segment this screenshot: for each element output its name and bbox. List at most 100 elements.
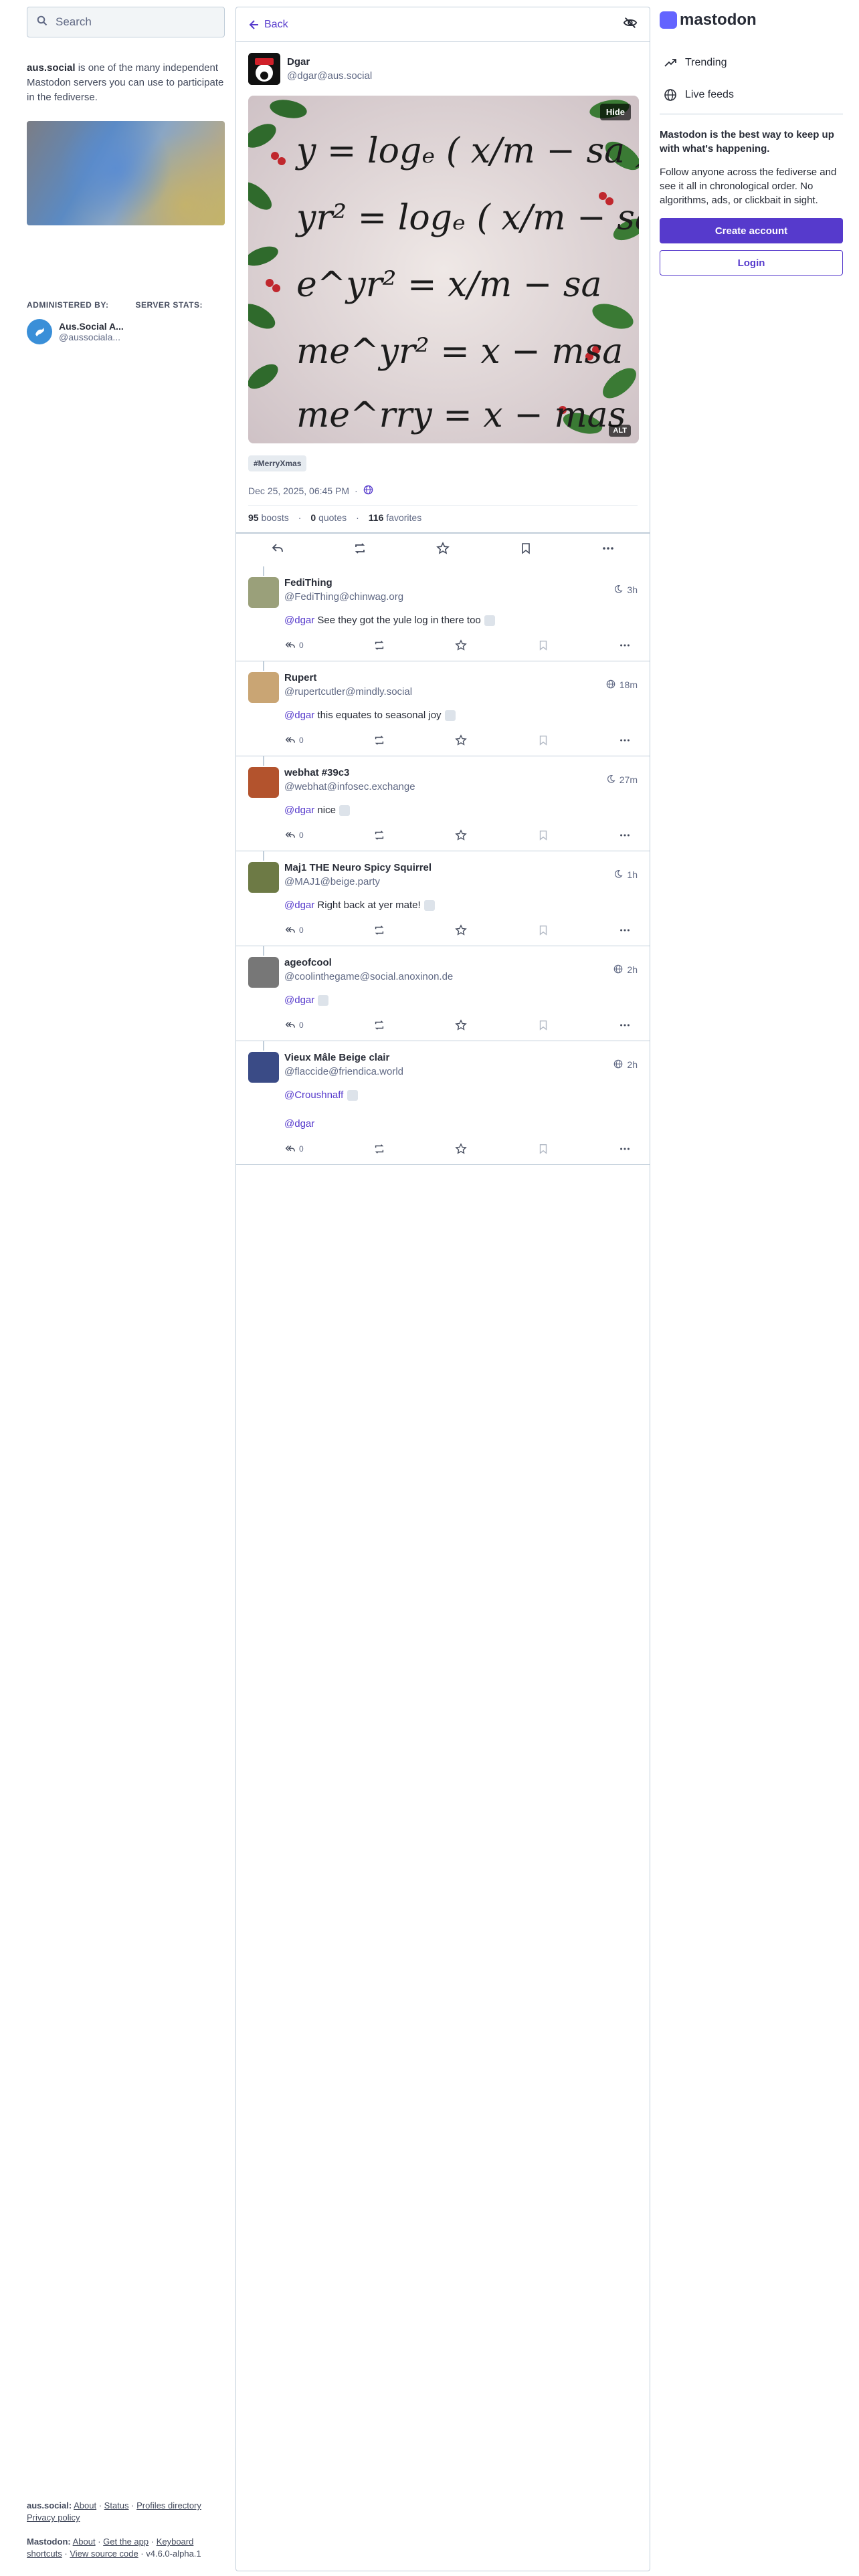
mention-link[interactable]: @Croushnaff bbox=[284, 1089, 343, 1101]
star-icon[interactable] bbox=[455, 639, 468, 651]
status-timestamp[interactable]: Dec 25, 2025, 06:45 PM bbox=[248, 486, 349, 496]
reply-status[interactable]: Vieux Mâle Beige clair @flaccide@friendic… bbox=[236, 1041, 650, 1166]
boosts-stat[interactable]: 95 boosts bbox=[248, 512, 289, 523]
bookmark-icon[interactable] bbox=[519, 542, 533, 558]
admin-account[interactable]: Aus.Social A... @aussociala... bbox=[27, 319, 225, 344]
bookmark-icon[interactable] bbox=[537, 734, 549, 746]
hide-media-button[interactable]: Hide bbox=[599, 104, 631, 120]
search-input[interactable]: Search bbox=[27, 7, 225, 37]
nav-trending[interactable]: Trending bbox=[660, 47, 843, 79]
more-icon[interactable] bbox=[619, 924, 631, 936]
reply-timestamp[interactable]: 1h bbox=[613, 862, 638, 887]
reply-avatar[interactable] bbox=[248, 862, 279, 893]
star-icon[interactable] bbox=[436, 542, 450, 558]
boost-icon[interactable] bbox=[373, 1019, 385, 1031]
more-icon[interactable] bbox=[619, 1143, 631, 1155]
status-author[interactable]: Dgar @dgar@aus.social bbox=[248, 53, 638, 85]
create-account-button[interactable]: Create account bbox=[660, 218, 843, 243]
alt-text-button[interactable]: ALT bbox=[609, 425, 631, 437]
boost-icon[interactable] bbox=[353, 542, 367, 558]
reply-author-name[interactable]: Rupert bbox=[284, 672, 412, 683]
mention-link[interactable]: @dgar bbox=[284, 899, 314, 911]
mention-link[interactable]: @dgar bbox=[284, 1118, 314, 1130]
reply-status[interactable]: ageofcool @coolinthegame@social.anoxinon.… bbox=[236, 946, 650, 1042]
reply-all-button[interactable]: 0 bbox=[284, 924, 304, 936]
reply-author-name[interactable]: ageofcool bbox=[284, 957, 453, 968]
favorites-stat[interactable]: 116 favorites bbox=[369, 512, 421, 523]
reply-timestamp[interactable]: 18m bbox=[606, 672, 638, 697]
footer-about-link[interactable]: About bbox=[74, 2500, 96, 2510]
login-button[interactable]: Login bbox=[660, 250, 843, 276]
mastodon-logo[interactable]: mastodon bbox=[660, 7, 843, 33]
server-name: aus.social bbox=[27, 62, 76, 74]
reply-author-name[interactable]: FediThing bbox=[284, 577, 403, 588]
reply-all-button[interactable]: 0 bbox=[284, 734, 304, 746]
boost-icon[interactable] bbox=[373, 829, 385, 841]
star-icon[interactable] bbox=[455, 1143, 468, 1155]
star-icon[interactable] bbox=[455, 1019, 468, 1031]
boost-icon[interactable] bbox=[373, 734, 385, 746]
nav-live-feeds[interactable]: Live feeds bbox=[660, 79, 843, 111]
quotes-stat[interactable]: 0 quotes bbox=[310, 512, 347, 523]
reply-status[interactable]: Maj1 THE Neuro Spicy Squirrel @MAJ1@beige… bbox=[236, 851, 650, 947]
bookmark-icon[interactable] bbox=[537, 829, 549, 841]
boost-icon[interactable] bbox=[373, 924, 385, 936]
star-icon[interactable] bbox=[455, 734, 468, 746]
mention-link[interactable]: @dgar bbox=[284, 994, 314, 1006]
reply-timestamp[interactable]: 3h bbox=[613, 577, 638, 603]
reply-author-name[interactable]: webhat #39c3 bbox=[284, 767, 415, 778]
search-placeholder: Search bbox=[56, 15, 92, 28]
reply-author-name[interactable]: Maj1 THE Neuro Spicy Squirrel bbox=[284, 862, 432, 873]
reply-avatar[interactable] bbox=[248, 767, 279, 798]
reply-avatar[interactable] bbox=[248, 672, 279, 704]
more-icon[interactable] bbox=[619, 639, 631, 651]
bookmark-icon[interactable] bbox=[537, 1019, 549, 1031]
more-icon[interactable] bbox=[619, 1019, 631, 1031]
bookmark-icon[interactable] bbox=[537, 924, 549, 936]
mention-link[interactable]: @dgar bbox=[284, 615, 314, 626]
boost-icon[interactable] bbox=[373, 639, 385, 651]
reply-all-button[interactable]: 0 bbox=[284, 1019, 304, 1031]
reply-avatar[interactable] bbox=[248, 957, 279, 988]
eye-off-icon[interactable] bbox=[623, 15, 638, 33]
boosts-count: 95 bbox=[248, 512, 259, 523]
footer-mastodon-about-link[interactable]: About bbox=[73, 2537, 96, 2547]
footer-privacy-policy-link[interactable]: Privacy policy bbox=[27, 2512, 80, 2523]
reply-status[interactable]: FediThing @FediThing@chinwag.org 3h @dgar S… bbox=[236, 566, 650, 662]
author-avatar[interactable] bbox=[248, 53, 280, 85]
reply-timestamp[interactable]: 2h bbox=[613, 957, 638, 982]
reply-avatar[interactable] bbox=[248, 577, 279, 608]
right-column: mastodon Trending Live feeds Mastodon is… bbox=[660, 7, 843, 276]
thread-line bbox=[263, 756, 264, 766]
reply-timestamp[interactable]: 2h bbox=[613, 1052, 638, 1077]
reply-all-button[interactable]: 0 bbox=[284, 829, 304, 841]
more-icon[interactable] bbox=[619, 829, 631, 841]
reply-text: this equates to seasonal joy bbox=[317, 710, 442, 722]
reply-all-button[interactable]: 0 bbox=[284, 1143, 304, 1155]
mention-link[interactable]: @dgar bbox=[284, 710, 314, 721]
star-icon[interactable] bbox=[455, 924, 468, 936]
bookmark-icon[interactable] bbox=[537, 639, 549, 651]
footer-profiles-directory-link[interactable]: Profiles directory bbox=[136, 2500, 201, 2510]
reply-timestamp[interactable]: 27m bbox=[606, 767, 638, 792]
mention-link[interactable]: @dgar bbox=[284, 804, 314, 816]
footer-view-source-link[interactable]: View source code bbox=[70, 2549, 138, 2559]
reply-status[interactable]: Rupert @rupertcutler@mindly.social 18m @dga… bbox=[236, 661, 650, 757]
hashtag-link[interactable]: #MerryXmas bbox=[248, 455, 307, 471]
reply-author-name[interactable]: Vieux Mâle Beige clair bbox=[284, 1052, 403, 1063]
reply-avatar[interactable] bbox=[248, 1052, 279, 1083]
status-media-image[interactable]: y = logₑ ( x/m − sa ) / r² yr² = logₑ ( … bbox=[248, 96, 639, 443]
more-icon[interactable] bbox=[619, 734, 631, 746]
bookmark-icon[interactable] bbox=[537, 1143, 549, 1155]
reply-all-button[interactable]: 0 bbox=[284, 639, 304, 651]
more-icon[interactable] bbox=[601, 542, 615, 558]
reply-author-handle: @coolinthegame@social.anoxinon.de bbox=[284, 971, 454, 983]
reply-status[interactable]: webhat #39c3 @webhat@infosec.exchange 27m @… bbox=[236, 756, 650, 852]
back-button[interactable]: Back bbox=[248, 19, 288, 31]
footer-get-app-link[interactable]: Get the app bbox=[103, 2537, 149, 2547]
star-icon[interactable] bbox=[455, 829, 468, 841]
footer-status-link[interactable]: Status bbox=[104, 2500, 129, 2510]
boost-icon[interactable] bbox=[373, 1143, 385, 1155]
reply-icon[interactable] bbox=[271, 542, 284, 558]
emoji-icon bbox=[347, 1090, 358, 1101]
